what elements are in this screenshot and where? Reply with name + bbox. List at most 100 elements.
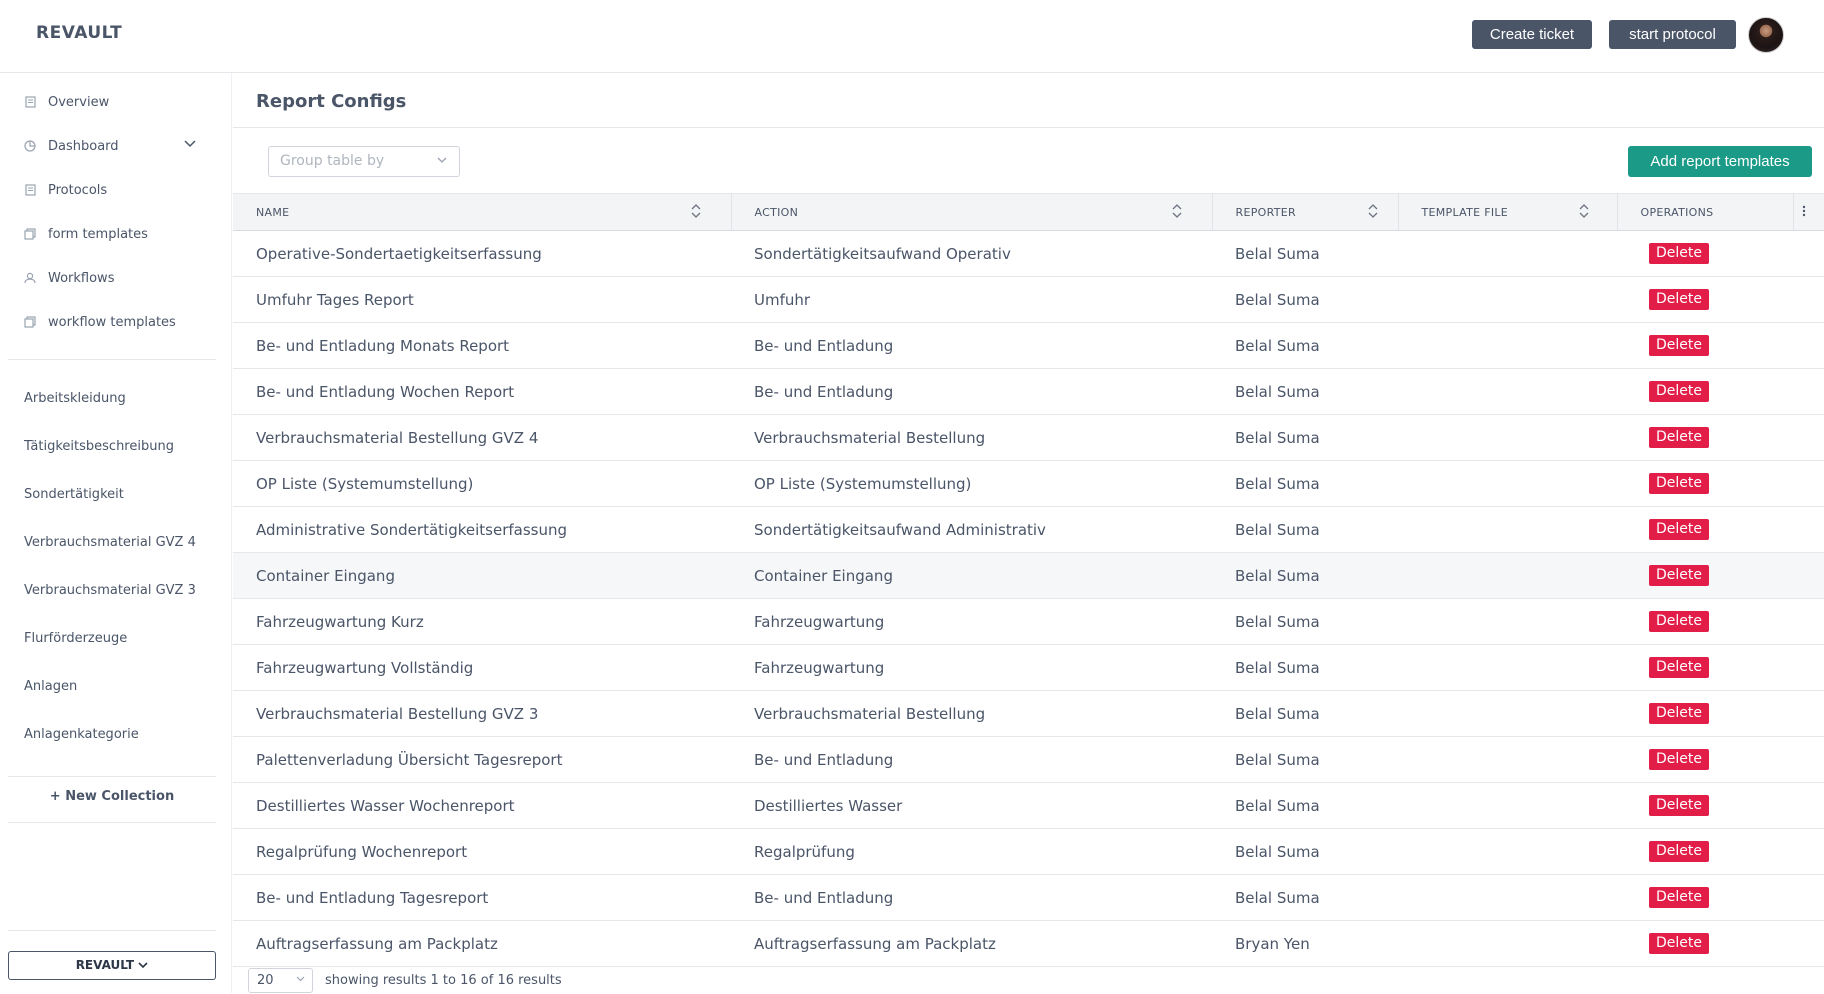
cell-reporter: Belal Suma (1235, 428, 1320, 447)
delete-button[interactable]: Delete (1649, 427, 1709, 448)
table-row[interactable]: Verbrauchsmaterial Bestellung GVZ 4 Verbr… (233, 415, 1824, 461)
delete-button[interactable]: Delete (1649, 243, 1709, 264)
chevron-down-icon (138, 958, 148, 972)
column-header-name[interactable]: NAME (233, 193, 732, 231)
delete-button[interactable]: Delete (1649, 841, 1709, 862)
sidebar-item-dashboard[interactable]: Dashboard (24, 134, 204, 158)
collection-item[interactable]: Flurförderzeuge (24, 631, 127, 646)
collection-item[interactable]: Tätigkeitsbeschreibung (24, 439, 174, 454)
table-row[interactable]: Administrative Sondertätigkeitserfassung… (233, 507, 1824, 553)
cell-operations: Delete (1617, 737, 1793, 783)
column-header-label: NAME (256, 205, 290, 219)
sidebar-item-form-templates[interactable]: form templates (24, 222, 204, 246)
delete-button[interactable]: Delete (1649, 289, 1709, 310)
cell-name: Verbrauchsmaterial Bestellung GVZ 3 (256, 704, 539, 723)
sidebar-item-protocols[interactable]: Protocols (24, 178, 204, 202)
column-header-template-file[interactable]: TEMPLATE FILE (1398, 193, 1618, 231)
pagination-summary: showing results 1 to 16 of 16 results (325, 973, 562, 988)
collection-item[interactable]: Anlagenkategorie (24, 727, 139, 742)
page-size-select[interactable]: 20 (248, 968, 313, 993)
table-row[interactable]: Be- und Entladung Tagesreport Be- und Ent… (233, 875, 1824, 921)
chevron-down-icon (437, 147, 447, 176)
delete-button[interactable]: Delete (1649, 703, 1709, 724)
cell-template-file (1398, 875, 1617, 921)
group-by-select[interactable]: Group table by (268, 146, 460, 177)
table-row[interactable]: Fahrzeugwartung Kurz Fahrzeugwartung Belal… (233, 599, 1824, 645)
delete-button[interactable]: Delete (1649, 887, 1709, 908)
column-header-reporter[interactable]: REPORTER (1212, 193, 1399, 231)
sidebar-item-workflows[interactable]: Workflows (24, 266, 204, 290)
table-row[interactable]: Umfuhr Tages Report Umfuhr Belal Suma Delet… (233, 277, 1824, 323)
cell-action: Sondertätigkeitsaufwand Administrativ (754, 520, 1046, 539)
table-row[interactable]: Palettenverladung Übersicht Tagesreport B… (233, 737, 1824, 783)
collection-item[interactable]: Sondertätigkeit (24, 487, 124, 502)
cell-reporter: Belal Suma (1235, 336, 1320, 355)
add-report-templates-button[interactable]: Add report templates (1628, 146, 1812, 177)
start-protocol-button[interactable]: start protocol (1609, 20, 1736, 49)
delete-button[interactable]: Delete (1649, 933, 1709, 954)
delete-button[interactable]: Delete (1649, 611, 1709, 632)
table-row[interactable]: Container Eingang Container Eingang Belal … (233, 552, 1824, 599)
more-vertical-icon[interactable] (1802, 205, 1806, 220)
table-row[interactable]: Be- und Entladung Monats Report Be- und E… (233, 323, 1824, 369)
user-avatar[interactable] (1748, 17, 1784, 53)
cell-name: Umfuhr Tages Report (256, 290, 414, 309)
delete-button[interactable]: Delete (1649, 335, 1709, 356)
table-row[interactable]: Regalprüfung Wochenreport Regalprüfung Bel… (233, 829, 1824, 875)
workspace-selector[interactable]: REVAULT (8, 951, 216, 980)
cell-action: Fahrzeugwartung (754, 658, 885, 677)
delete-button[interactable]: Delete (1649, 749, 1709, 770)
title-divider (233, 127, 1824, 128)
sort-icon[interactable] (691, 203, 701, 221)
cell-operations: Delete (1617, 323, 1793, 369)
cell-name: OP Liste (Systemumstellung) (256, 474, 474, 493)
chevron-down-icon[interactable] (184, 138, 196, 151)
cell-spacer (1793, 507, 1824, 553)
sidebar-item-workflow-templates[interactable]: workflow templates (24, 310, 204, 334)
delete-button[interactable]: Delete (1649, 519, 1709, 540)
delete-button[interactable]: Delete (1649, 657, 1709, 678)
table-row[interactable]: OP Liste (Systemumstellung) OP Liste (Sys… (233, 461, 1824, 507)
collection-item[interactable]: Anlagen (24, 679, 77, 694)
cell-name: Be- und Entladung Monats Report (256, 336, 510, 355)
table-row[interactable]: Fahrzeugwartung Vollständig Fahrzeugwartu… (233, 645, 1824, 691)
sidebar-divider (8, 359, 216, 360)
cell-spacer (1793, 921, 1824, 967)
table-row[interactable]: Operative-Sondertaetigkeitserfassung Sond… (233, 231, 1824, 277)
cell-name: Auftragserfassung am Packplatz (256, 934, 498, 953)
cell-action: Auftragserfassung am Packplatz (754, 934, 996, 953)
cell-spacer (1793, 277, 1824, 323)
delete-button[interactable]: Delete (1649, 795, 1709, 816)
cell-name: Destilliertes Wasser Wochenreport (256, 796, 515, 815)
sidebar-item-overview[interactable]: Overview (24, 90, 204, 114)
cell-reporter: Belal Suma (1235, 382, 1320, 401)
cell-reporter: Belal Suma (1235, 520, 1320, 539)
delete-button[interactable]: Delete (1649, 473, 1709, 494)
sort-icon[interactable] (1579, 203, 1589, 221)
app-logo[interactable]: REVAULT (36, 23, 122, 43)
cell-spacer (1793, 691, 1824, 737)
table-row[interactable]: Verbrauchsmaterial Bestellung GVZ 3 Verbr… (233, 691, 1824, 737)
create-ticket-button[interactable]: Create ticket (1472, 20, 1592, 49)
cell-spacer (1793, 369, 1824, 415)
table-row[interactable]: Be- und Entladung Wochen Report Be- und E… (233, 369, 1824, 415)
cell-spacer (1793, 323, 1824, 369)
collection-item[interactable]: Arbeitskleidung (24, 391, 126, 406)
cell-operations: Delete (1617, 415, 1793, 461)
cell-template-file (1398, 323, 1617, 369)
sort-icon[interactable] (1368, 203, 1378, 221)
cell-template-file (1398, 645, 1617, 691)
sort-icon[interactable] (1172, 203, 1182, 221)
cell-reporter: Belal Suma (1235, 566, 1320, 585)
new-collection-button[interactable]: + New Collection (0, 789, 224, 804)
table-row[interactable]: Destilliertes Wasser Wochenreport Destill… (233, 783, 1824, 829)
column-header-action[interactable]: ACTION (731, 193, 1213, 231)
delete-button[interactable]: Delete (1649, 381, 1709, 402)
column-header-operations: OPERATIONS (1617, 193, 1794, 231)
collection-item[interactable]: Verbrauchsmaterial GVZ 4 (24, 535, 196, 550)
column-menu[interactable] (1793, 193, 1824, 231)
collection-item[interactable]: Verbrauchsmaterial GVZ 3 (24, 583, 196, 598)
cell-template-file (1398, 691, 1617, 737)
delete-button[interactable]: Delete (1649, 565, 1709, 586)
table-row[interactable]: Auftragserfassung am Packplatz Auftragser… (233, 921, 1824, 967)
